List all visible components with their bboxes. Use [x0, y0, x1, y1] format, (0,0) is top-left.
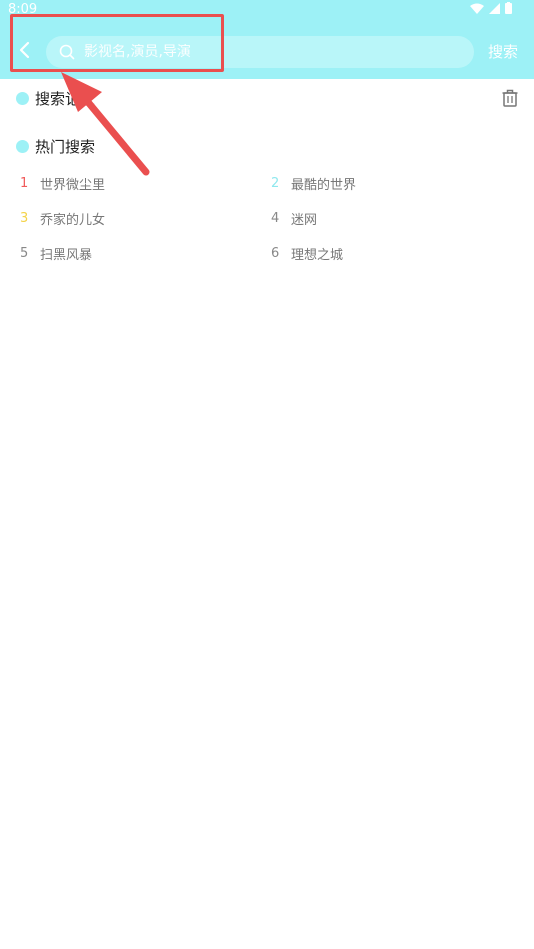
hot-rank: 6 — [271, 246, 280, 261]
hot-rank: 1 — [20, 176, 29, 191]
hot-name: 扫黑风暴 — [40, 248, 93, 263]
signal-icon — [489, 2, 500, 14]
hot-item-6[interactable]: 6 理想之城 — [271, 244, 343, 263]
hot-item-4[interactable]: 4 迷网 — [271, 209, 317, 228]
hot-name: 迷网 — [291, 213, 318, 228]
hot-name: 世界微尘里 — [40, 178, 106, 193]
wifi-icon — [470, 3, 484, 14]
hot-name: 乔家的儿女 — [40, 213, 106, 228]
hot-item-3[interactable]: 3 乔家的儿女 — [20, 209, 105, 228]
trash-icon[interactable] — [502, 89, 518, 107]
hot-title: 热门搜索 — [35, 137, 96, 156]
hot-name: 理想之城 — [291, 248, 344, 263]
section-dot — [16, 139, 29, 153]
hot-rank: 5 — [20, 246, 29, 261]
hot-rank: 3 — [20, 211, 29, 226]
annotation-highlight-box — [10, 14, 224, 72]
history-title: 搜索记录 — [35, 89, 96, 108]
battery-icon — [505, 2, 512, 14]
hot-section-title: 热门搜索 — [16, 136, 95, 156]
hot-item-1[interactable]: 1 世界微尘里 — [20, 174, 105, 193]
status-icons — [470, 2, 512, 14]
search-button[interactable]: 搜索 — [488, 41, 518, 62]
hot-rank: 4 — [271, 211, 280, 226]
hot-item-2[interactable]: 2 最酷的世界 — [271, 174, 356, 193]
hot-item-5[interactable]: 5 扫黑风暴 — [20, 244, 92, 263]
hot-name: 最酷的世界 — [291, 178, 357, 193]
hot-rank: 2 — [271, 176, 280, 191]
section-dot — [16, 91, 29, 105]
history-section-title: 搜索记录 — [16, 88, 95, 108]
